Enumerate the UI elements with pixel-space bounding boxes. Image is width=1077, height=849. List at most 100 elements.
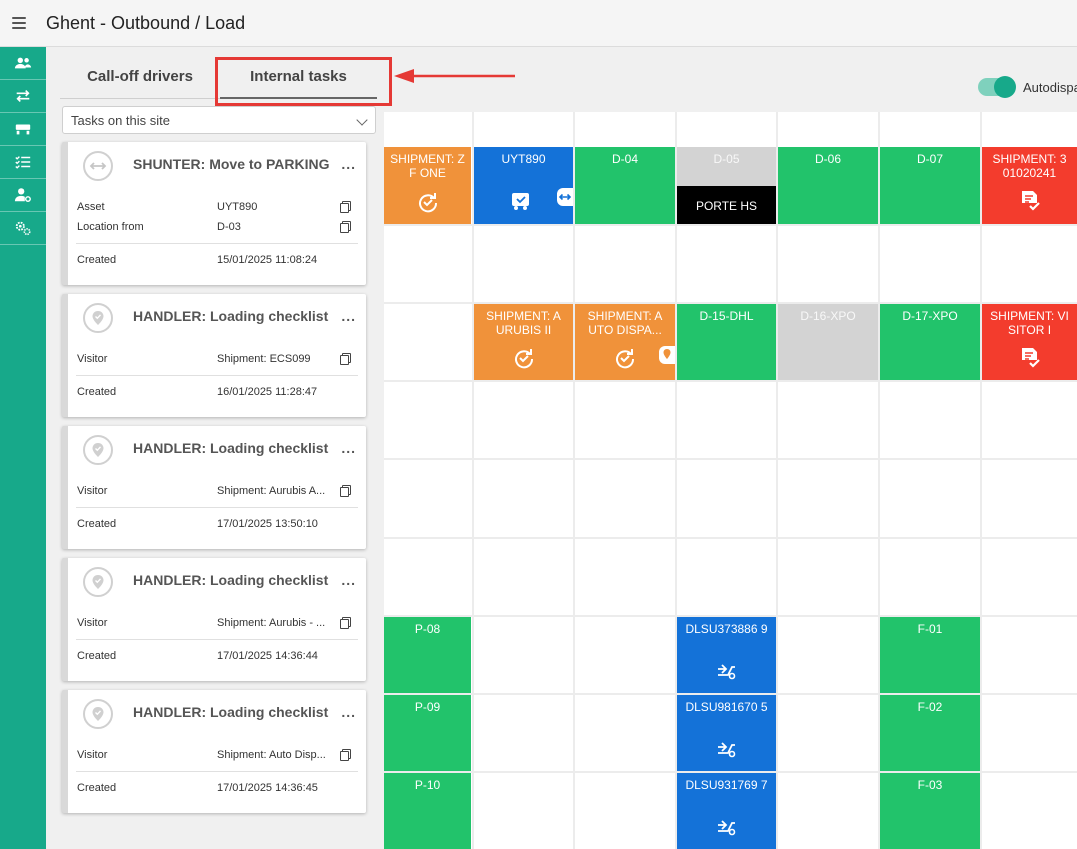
created-label: Created <box>77 518 117 530</box>
more-options-button[interactable]: ... <box>341 156 356 172</box>
dock-tile[interactable]: D-07 <box>880 147 980 224</box>
dock-tile[interactable]: F-01 <box>880 617 980 693</box>
container-label: DLSU931769 7 <box>685 778 768 792</box>
copy-icon[interactable] <box>340 201 351 213</box>
created-label: Created <box>77 254 117 266</box>
dock-icon <box>15 124 31 135</box>
divider <box>76 771 358 772</box>
move-icon <box>83 151 113 181</box>
toggle-knob <box>994 76 1016 98</box>
dock-label: D-16-XPO <box>800 309 856 323</box>
sidebar-item-settings[interactable] <box>0 212 46 245</box>
dock-label: F-02 <box>917 700 943 714</box>
checklist-icon <box>15 156 31 169</box>
parking-tile[interactable]: P-08 <box>384 617 471 693</box>
task-field: Asset UYT890 <box>68 197 366 217</box>
dock-label: D-04 <box>611 152 638 166</box>
autodispatch-toggle[interactable] <box>978 76 1016 98</box>
dock-tile[interactable]: SHIPMENT: 3 01020241 <box>982 147 1077 224</box>
dock-tile[interactable]: D-16-XPO <box>778 304 878 380</box>
more-options-button[interactable]: ... <box>341 308 356 324</box>
task-card[interactable]: HANDLER: Loading checklist ... Visitor S… <box>62 294 366 417</box>
parking-tile[interactable]: P-09 <box>384 695 471 771</box>
container-tile[interactable]: DLSU931769 7 <box>677 773 776 849</box>
task-card[interactable]: SHUNTER: Move to PARKING ... Asset UYT89… <box>62 142 366 285</box>
copy-icon[interactable] <box>340 749 351 761</box>
dock-label: D-17-XPO <box>902 309 958 323</box>
refresh-check-icon <box>616 349 635 369</box>
dock-tile[interactable]: D-15-DHL <box>677 304 776 380</box>
dock-tile[interactable]: D-06 <box>778 147 878 224</box>
task-field: Visitor Shipment: ECS099 <box>68 349 366 369</box>
field-value: Shipment: Aurubis A... <box>217 485 326 497</box>
sidebar-item-tasks[interactable] <box>0 146 46 179</box>
chevron-down-icon <box>356 114 368 126</box>
divider <box>76 639 358 640</box>
document-check-icon <box>1021 348 1040 368</box>
more-options-button[interactable]: ... <box>341 440 356 456</box>
container-tile[interactable]: DLSU373886 9 <box>677 617 776 693</box>
field-label: Visitor <box>77 485 108 497</box>
dock-tile[interactable]: D-04 <box>575 147 675 224</box>
tasks-filter-select[interactable]: Tasks on this site <box>62 106 376 134</box>
task-field: Visitor Shipment: Aurubis - ... <box>68 613 366 633</box>
location-pin-icon <box>83 699 113 729</box>
document-check-icon <box>1021 191 1040 211</box>
dock-tile[interactable]: SHIPMENT: A UTO DISPA... <box>575 304 675 380</box>
sidebar-item-transfers[interactable] <box>0 80 46 113</box>
task-title: HANDLER: Loading checklist <box>133 440 329 456</box>
field-value: Shipment: Aurubis - ... <box>217 617 326 629</box>
pallet-jack-icon <box>717 664 735 680</box>
sidebar-item-drivers[interactable] <box>0 47 46 80</box>
task-title: HANDLER: Loading checklist <box>133 308 329 324</box>
dock-tile[interactable]: SHIPMENT: Z F ONE <box>384 147 471 224</box>
task-created: Created 17/01/2025 14:36:44 <box>68 646 366 666</box>
dock-tile[interactable]: D-05 PORTE HS <box>677 147 776 224</box>
task-field: Visitor Shipment: Aurubis A... <box>68 481 366 501</box>
more-options-button[interactable]: ... <box>341 704 356 720</box>
location-pin-icon <box>83 435 113 465</box>
copy-icon[interactable] <box>340 485 351 497</box>
parking-tile[interactable]: P-10 <box>384 773 471 849</box>
sidebar-item-docks[interactable] <box>0 113 46 146</box>
location-badge <box>659 346 675 364</box>
task-created: Created 17/01/2025 14:36:45 <box>68 778 366 798</box>
dock-label: SHIPMENT: VI SITOR I <box>990 309 1069 337</box>
created-label: Created <box>77 650 117 662</box>
created-label: Created <box>77 386 117 398</box>
dock-status-band: PORTE HS <box>677 186 776 224</box>
dock-tile[interactable]: F-03 <box>880 773 980 849</box>
container-tile[interactable]: DLSU981670 5 <box>677 695 776 771</box>
dock-tile[interactable]: UYT890 <box>474 147 573 224</box>
dock-tile[interactable]: F-02 <box>880 695 980 771</box>
dock-label: F-03 <box>917 778 943 792</box>
field-label: Visitor <box>77 617 108 629</box>
location-pin-icon <box>83 303 113 333</box>
parking-label: P-09 <box>414 700 441 714</box>
copy-icon[interactable] <box>340 353 351 365</box>
created-timestamp: 17/01/2025 13:50:10 <box>217 518 318 530</box>
field-value: D-03 <box>217 221 241 233</box>
dock-tile[interactable]: SHIPMENT: A URUBIS II <box>474 304 573 380</box>
top-bar: Ghent - Outbound / Load <box>0 0 1077 47</box>
tab-call-off-drivers[interactable]: Call-off drivers <box>60 55 220 99</box>
more-options-button[interactable]: ... <box>341 572 356 588</box>
dock-label: D-15-DHL <box>699 309 754 323</box>
task-field: Location from D-03 <box>68 217 366 237</box>
copy-icon[interactable] <box>340 221 351 233</box>
transfer-icon <box>16 90 30 102</box>
drivers-icon <box>14 57 32 69</box>
task-card[interactable]: HANDLER: Loading checklist ... Visitor S… <box>62 558 366 681</box>
parking-label: P-10 <box>414 778 441 792</box>
sidebar-item-users[interactable] <box>0 179 46 212</box>
task-field: Visitor Shipment: Auto Disp... <box>68 745 366 765</box>
task-card[interactable]: HANDLER: Loading checklist ... Visitor S… <box>62 690 366 813</box>
task-card[interactable]: HANDLER: Loading checklist ... Visitor S… <box>62 426 366 549</box>
dock-tile[interactable]: SHIPMENT: VI SITOR I <box>982 304 1077 380</box>
dock-tile[interactable]: D-17-XPO <box>880 304 980 380</box>
hamburger-icon[interactable] <box>12 17 26 29</box>
dock-label: SHIPMENT: A UTO DISPA... <box>587 309 663 337</box>
dock-label: D-05 <box>713 152 740 166</box>
dock-label: D-06 <box>814 152 841 166</box>
copy-icon[interactable] <box>340 617 351 629</box>
